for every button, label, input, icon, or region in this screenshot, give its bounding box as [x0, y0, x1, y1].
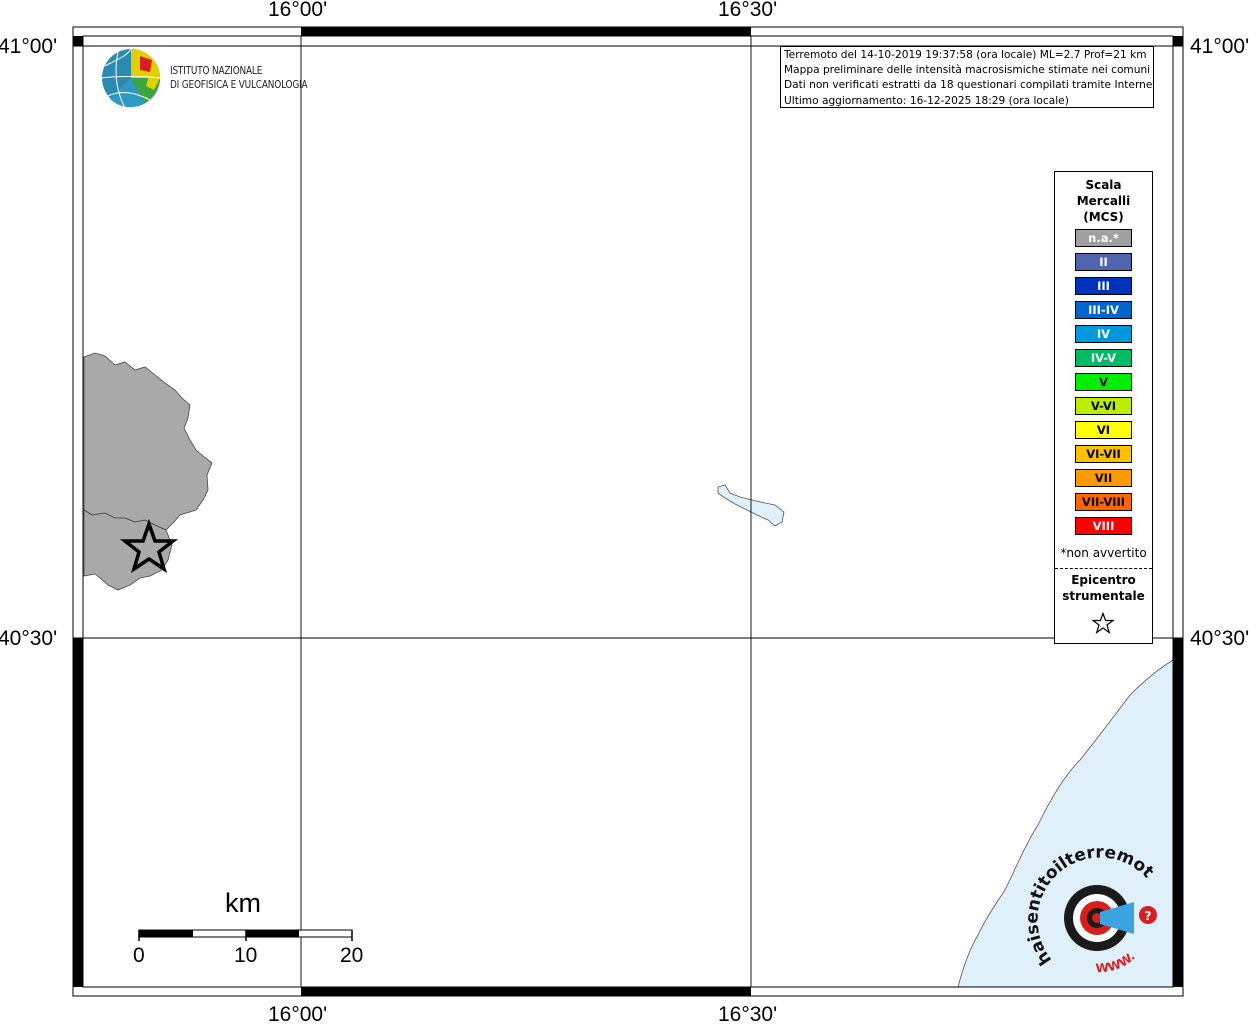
legend-title-line2: Mercalli: [1076, 194, 1131, 208]
lon-label-top-1: 16°00': [268, 0, 328, 21]
scale-bar-label-10: 10: [234, 944, 258, 967]
scale-bar-label-20: 20: [340, 944, 364, 967]
institute-name: ISTITUTO NAZIONALE DI GEOFISICA E VULCAN…: [170, 64, 308, 91]
scale-bar-unit: km: [225, 888, 261, 918]
legend-star-icon: [1092, 612, 1114, 634]
legend-swatch-vii: VII: [1075, 469, 1132, 487]
lat-label-left-1: 41°00': [0, 35, 58, 58]
scale-bar-label-0: 0: [133, 944, 145, 967]
legend-na-note: *non avvertito: [1060, 546, 1147, 560]
legend-epicenter-title: Epicentro strumentale: [1055, 572, 1152, 604]
institute-name-line1: ISTITUTO NAZIONALE: [170, 64, 263, 77]
legend-swatch-vi-vii: VI-VII: [1075, 445, 1132, 463]
legend-swatch-iii-iv: III-IV: [1075, 301, 1132, 319]
lat-label-right-2: 40°30': [1190, 627, 1250, 650]
legend-swatch-vi: VI: [1075, 421, 1132, 439]
legend-swatch-n-a: n.a.*: [1075, 229, 1132, 247]
event-info-line4: Ultimo aggiornamento: 16-12-2025 18:29 (…: [784, 94, 1069, 107]
haisentito-logo-main-text: haisentitoilterremoto.it: [0, 0, 1158, 969]
legend-swatch-v-vi: V-VI: [1075, 397, 1132, 415]
event-info-box: Terremoto del 14-10-2019 19:37:58 (ora l…: [780, 46, 1154, 108]
legend-swatch-ii: II: [1075, 253, 1132, 271]
legend-swatch-vii-viii: VII-VIII: [1075, 493, 1132, 511]
legend-title: Scala Mercalli (MCS): [1055, 177, 1152, 225]
legend-swatch-v: V: [1075, 373, 1132, 391]
legend-divider: [1055, 568, 1152, 569]
lat-label-left-2: 40°30': [0, 627, 58, 650]
event-info-line2: Mappa preliminare delle intensità macros…: [784, 64, 1151, 77]
lon-label-top-2: 16°30': [718, 0, 778, 21]
lon-label-bottom-1: 16°00': [268, 1003, 328, 1026]
legend-title-line1: Scala: [1085, 178, 1122, 192]
event-info-line1: Terremoto del 14-10-2019 19:37:58 (ora l…: [784, 49, 1147, 61]
legend-title-line3: (MCS): [1083, 210, 1124, 224]
legend-swatch-viii: VIII: [1075, 517, 1132, 535]
legend-swatch-iv: IV: [1075, 325, 1132, 343]
event-info-line3: Dati non verificati estratti da 18 quest…: [784, 79, 1154, 92]
mcs-legend: Scala Mercalli (MCS) n.a.* II III III-IV IV I…: [1054, 171, 1153, 644]
legend-swatch-iv-v: IV-V: [1075, 349, 1132, 367]
haisentito-logo-www-text: WWW.: [1095, 949, 1137, 975]
legend-epicenter-line2: strumentale: [1062, 589, 1145, 603]
legend-epicenter-line1: Epicentro: [1071, 573, 1136, 587]
lat-label-right-1: 41°00': [1190, 35, 1250, 58]
institute-name-line2: DI GEOFISICA E VULCANOLOGIA: [170, 77, 308, 91]
lon-label-bottom-2: 16°30': [718, 1003, 778, 1026]
svg-text:haisentitoilterremoto.it: haisentitoilterremoto.it: [0, 0, 1158, 969]
svg-text:WWW.: WWW.: [1095, 949, 1137, 975]
legend-swatch-iii: III: [1075, 277, 1132, 295]
